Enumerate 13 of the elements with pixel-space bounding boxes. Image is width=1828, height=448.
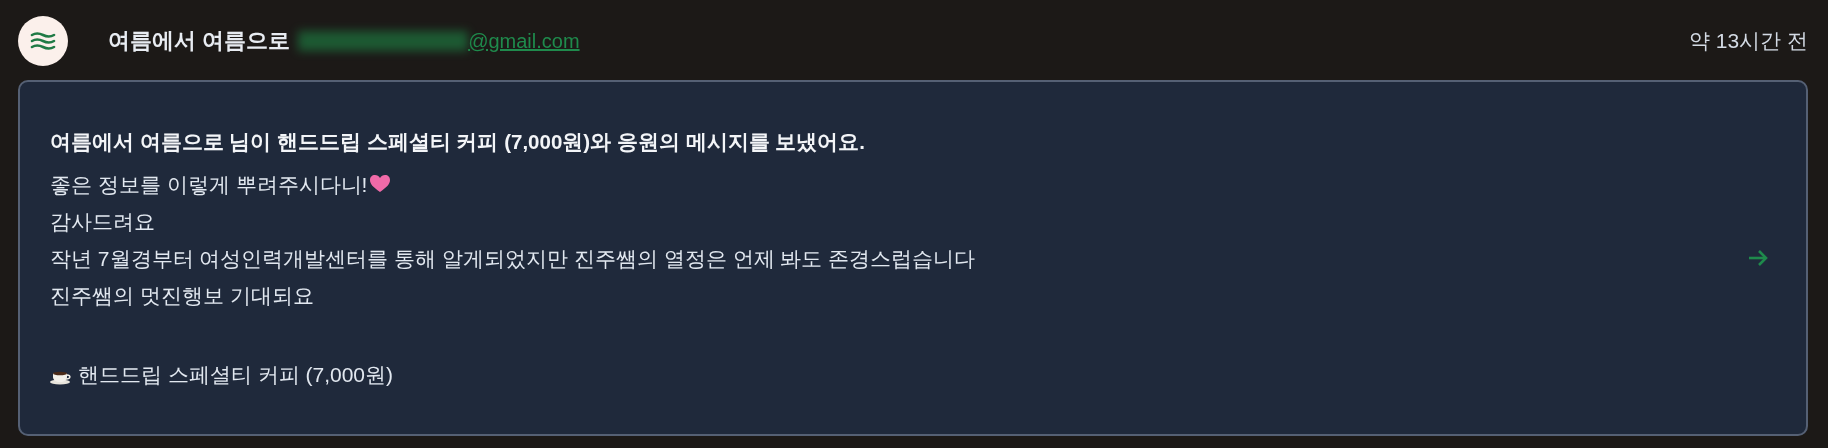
sender-name: 여름에서 여름으로 xyxy=(108,27,291,55)
heart-icon xyxy=(370,175,391,193)
card-title: 여름에서 여름으로 님이 핸드드립 스페셜티 커피 (7,000원)와 응원의 메시지를 보냈어요. xyxy=(50,128,866,155)
message-text: 감사드려요 xyxy=(50,208,155,235)
message-text: 좋은 정보를 이렇게 뿌려주시다니! xyxy=(50,171,368,198)
email-link[interactable]: @gmail.com xyxy=(468,29,580,53)
item-label: 핸드드립 스페셜티 커피 (7,000원) xyxy=(78,361,394,388)
arrow-right-icon[interactable] xyxy=(1748,250,1768,266)
message-text: 작년 7월경부터 여성인력개발센터를 통해 알게되었지만 진주쌤의 열정은 언제 봐도 존경스럽습니다 xyxy=(50,245,976,272)
avatar-icon xyxy=(18,16,68,66)
message-text: 진주쌤의 멋진행보 기대되요 xyxy=(50,282,314,309)
message-card[interactable]: 여름에서 여름으로 님이 핸드드립 스페셜티 커피 (7,000원)와 응원의 메시지를 보냈어요. 좋은 정보를 이렇게 뿌려주시다니! 감사드려요 작년 7월경부터 여성인력개발센터를 통해 알게되었지만 진주쌤의 열정은 언제 봐도 존경스럽습니다 진주쌤의 멋진행보 기대되요 핸드드립 스페셜티 커피 (7,000원) xyxy=(18,80,1808,436)
timestamp: 약 13시간 전 xyxy=(1688,28,1808,54)
